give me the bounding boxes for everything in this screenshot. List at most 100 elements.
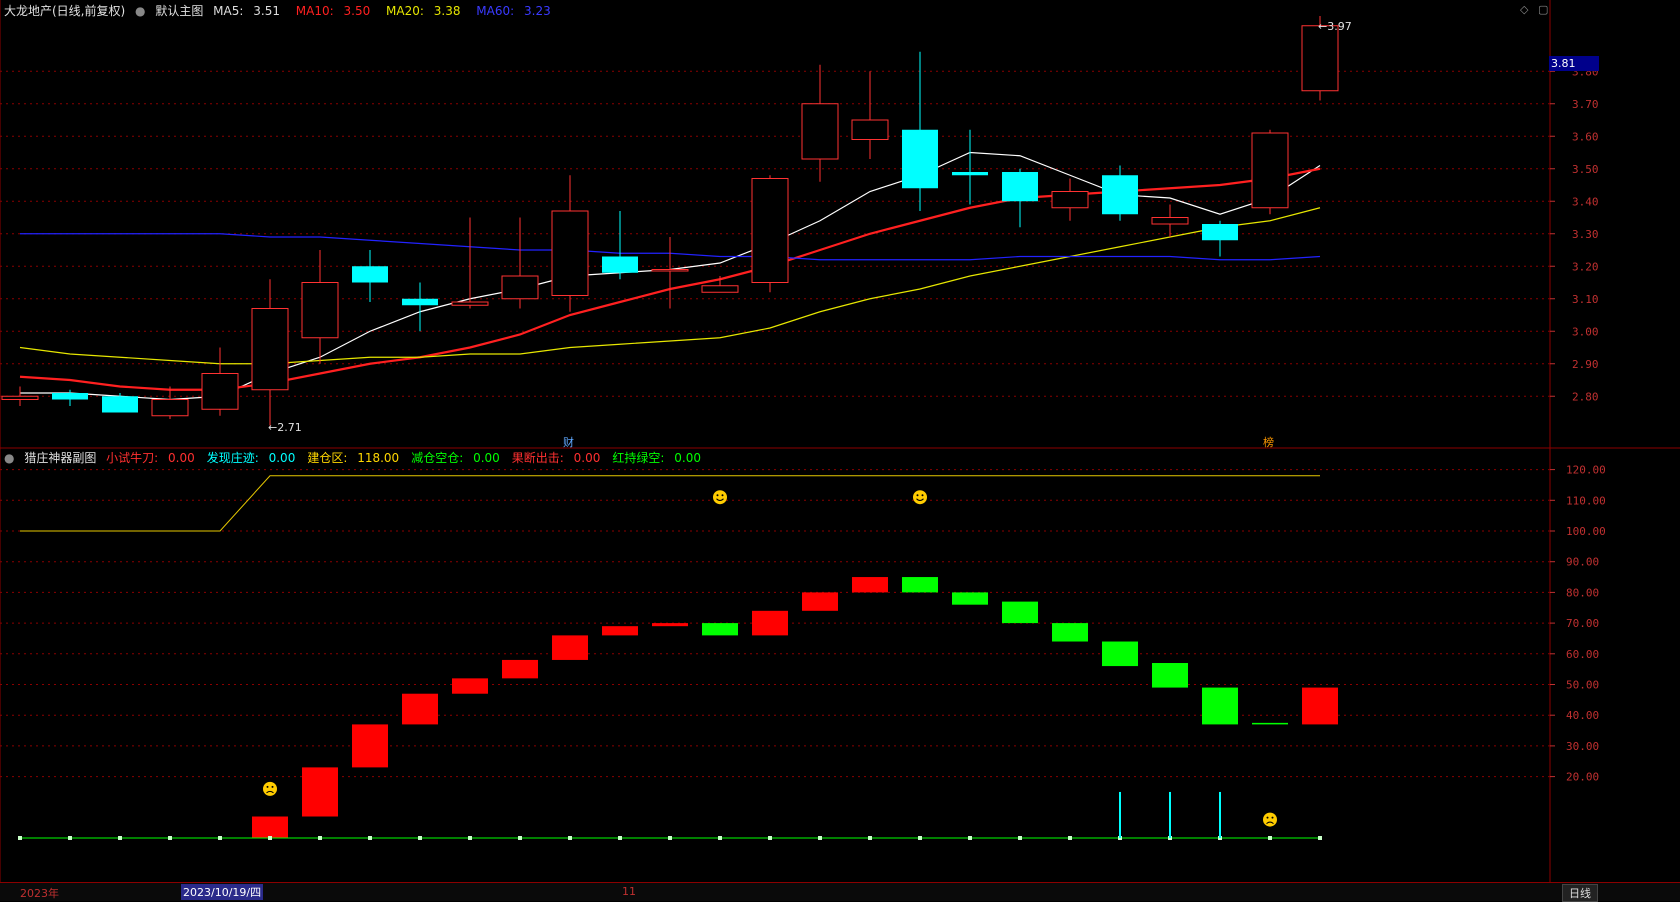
sub-indicator-value: 0.00 — [670, 451, 701, 465]
candle — [952, 129, 988, 205]
candle-body — [902, 129, 938, 189]
tick-label: 3.10 — [1572, 293, 1599, 306]
face-eye — [266, 785, 269, 788]
tick-label: 110.00 — [1566, 494, 1606, 507]
candle — [701, 276, 739, 293]
face-eye — [271, 785, 274, 788]
candle — [201, 347, 239, 416]
main-header: 大龙地产(日线,前复权) ● 默认主图 MA5: 3.51 MA10: 3.50… — [4, 2, 563, 19]
sad-face-icon — [263, 781, 277, 796]
indicator-bar — [852, 577, 888, 593]
main-price-plot[interactable] — [1, 16, 1339, 426]
year-label: 2023年 — [20, 887, 59, 900]
cursor-date: 2023/10/19/四 — [181, 884, 264, 900]
candle — [1051, 178, 1089, 221]
tick-label: 70.00 — [1566, 617, 1599, 630]
indicator-bar — [752, 610, 788, 636]
tick-label: 40.00 — [1566, 709, 1599, 722]
build-zone-line — [20, 475, 1320, 532]
candle — [52, 389, 88, 406]
indicator-bar — [902, 577, 938, 593]
ma10-readout: MA10: 3.50 — [296, 4, 376, 18]
settings-dot-icon[interactable]: ● — [135, 4, 145, 18]
tick-label: 90.00 — [1566, 556, 1599, 569]
sub-settings-dot-icon[interactable]: ● — [4, 451, 14, 465]
face-circle — [263, 781, 277, 796]
ma20-readout: MA20: 3.38 — [386, 4, 466, 18]
indicator-bar — [1252, 722, 1288, 725]
candle-body — [751, 178, 789, 283]
sub-indicator-readout: 果断出击: 0.00 — [512, 451, 607, 465]
tick-label: 2.90 — [1572, 358, 1599, 371]
candle — [301, 250, 339, 364]
sub-indicator-plot[interactable] — [18, 475, 1338, 840]
candle-body — [1002, 172, 1038, 202]
sub-indicator-label: 发现庄迹: — [206, 451, 259, 465]
window-icon[interactable]: ▢ — [1538, 3, 1548, 16]
period-button[interactable]: 日线 — [1562, 884, 1598, 902]
candle — [851, 71, 889, 159]
sub-indicator-readout: 红持绿空: 0.00 — [612, 451, 707, 465]
baseline-dot — [618, 836, 622, 840]
candle — [651, 237, 689, 309]
stock-title[interactable]: 大龙地产(日线,前复权) — [4, 4, 125, 18]
baseline-dot — [518, 836, 522, 840]
candle-body — [402, 298, 438, 306]
diamond-icon[interactable]: ◇ — [1520, 3, 1528, 16]
candle — [551, 175, 589, 312]
last-price-marker: 3.81 — [1549, 56, 1599, 71]
sub-indicator-value: 0.00 — [264, 451, 296, 465]
face-eye — [721, 494, 724, 497]
candle — [151, 386, 189, 419]
sub-indicator-label: 减仓空仓: — [411, 451, 464, 465]
baseline-dot — [968, 836, 972, 840]
candle — [801, 64, 839, 182]
baseline-dot — [318, 836, 322, 840]
ma5-label: MA5: — [213, 4, 244, 18]
tick-label: 3.30 — [1572, 228, 1599, 241]
indicator-bar — [452, 678, 488, 694]
candle-body — [1301, 25, 1339, 92]
finance-event-mark[interactable]: 财 — [563, 434, 574, 450]
tick-label: 3.50 — [1572, 163, 1599, 176]
candle-body — [551, 210, 589, 296]
baseline-dot — [1268, 836, 1272, 840]
indicator-bar — [1002, 601, 1038, 624]
indicator-bar — [552, 635, 588, 660]
happy-face-icon — [713, 490, 727, 505]
tick-label: 3.00 — [1572, 325, 1599, 338]
baseline-dot — [1018, 836, 1022, 840]
bottom-bar: 2023年 2023/10/19/四 11 日线 — [0, 882, 1680, 902]
candle — [251, 279, 289, 426]
sub-indicator-value: 0.00 — [164, 451, 195, 465]
baseline-dot — [418, 836, 422, 840]
sub-indicator-label: 建仓区: — [307, 451, 348, 465]
baseline-dot — [68, 836, 72, 840]
indicator-bar — [652, 623, 688, 627]
candle-body — [151, 399, 189, 417]
ma20-label: MA20: — [386, 4, 424, 18]
ma60-label: MA60: — [476, 4, 515, 18]
template-name[interactable]: 默认主图 — [155, 4, 203, 18]
tick-label: 20.00 — [1566, 771, 1599, 784]
sub-title[interactable]: 猎庄神器副图 — [24, 451, 96, 465]
candle — [602, 211, 638, 280]
candle-body — [1202, 224, 1238, 241]
indicator-bar — [252, 816, 288, 838]
candle-body — [801, 103, 839, 160]
candle — [751, 175, 789, 293]
ma10-value: 3.50 — [343, 4, 371, 18]
ranking-event-mark[interactable]: 榜 — [1263, 434, 1274, 450]
baseline-dot — [1068, 836, 1072, 840]
tick-label: 50.00 — [1566, 679, 1599, 692]
month-label: 11 — [622, 885, 636, 898]
face-circle — [1263, 812, 1277, 827]
ma5-value: 3.51 — [253, 4, 280, 18]
indicator-bar — [1202, 687, 1238, 725]
tick-label: 100.00 — [1566, 525, 1606, 538]
baseline-dot — [368, 836, 372, 840]
candle-body — [1151, 217, 1189, 225]
grid-lines — [0, 70, 1550, 778]
indicator-bar — [952, 592, 988, 605]
indicator-bar — [1152, 663, 1188, 688]
